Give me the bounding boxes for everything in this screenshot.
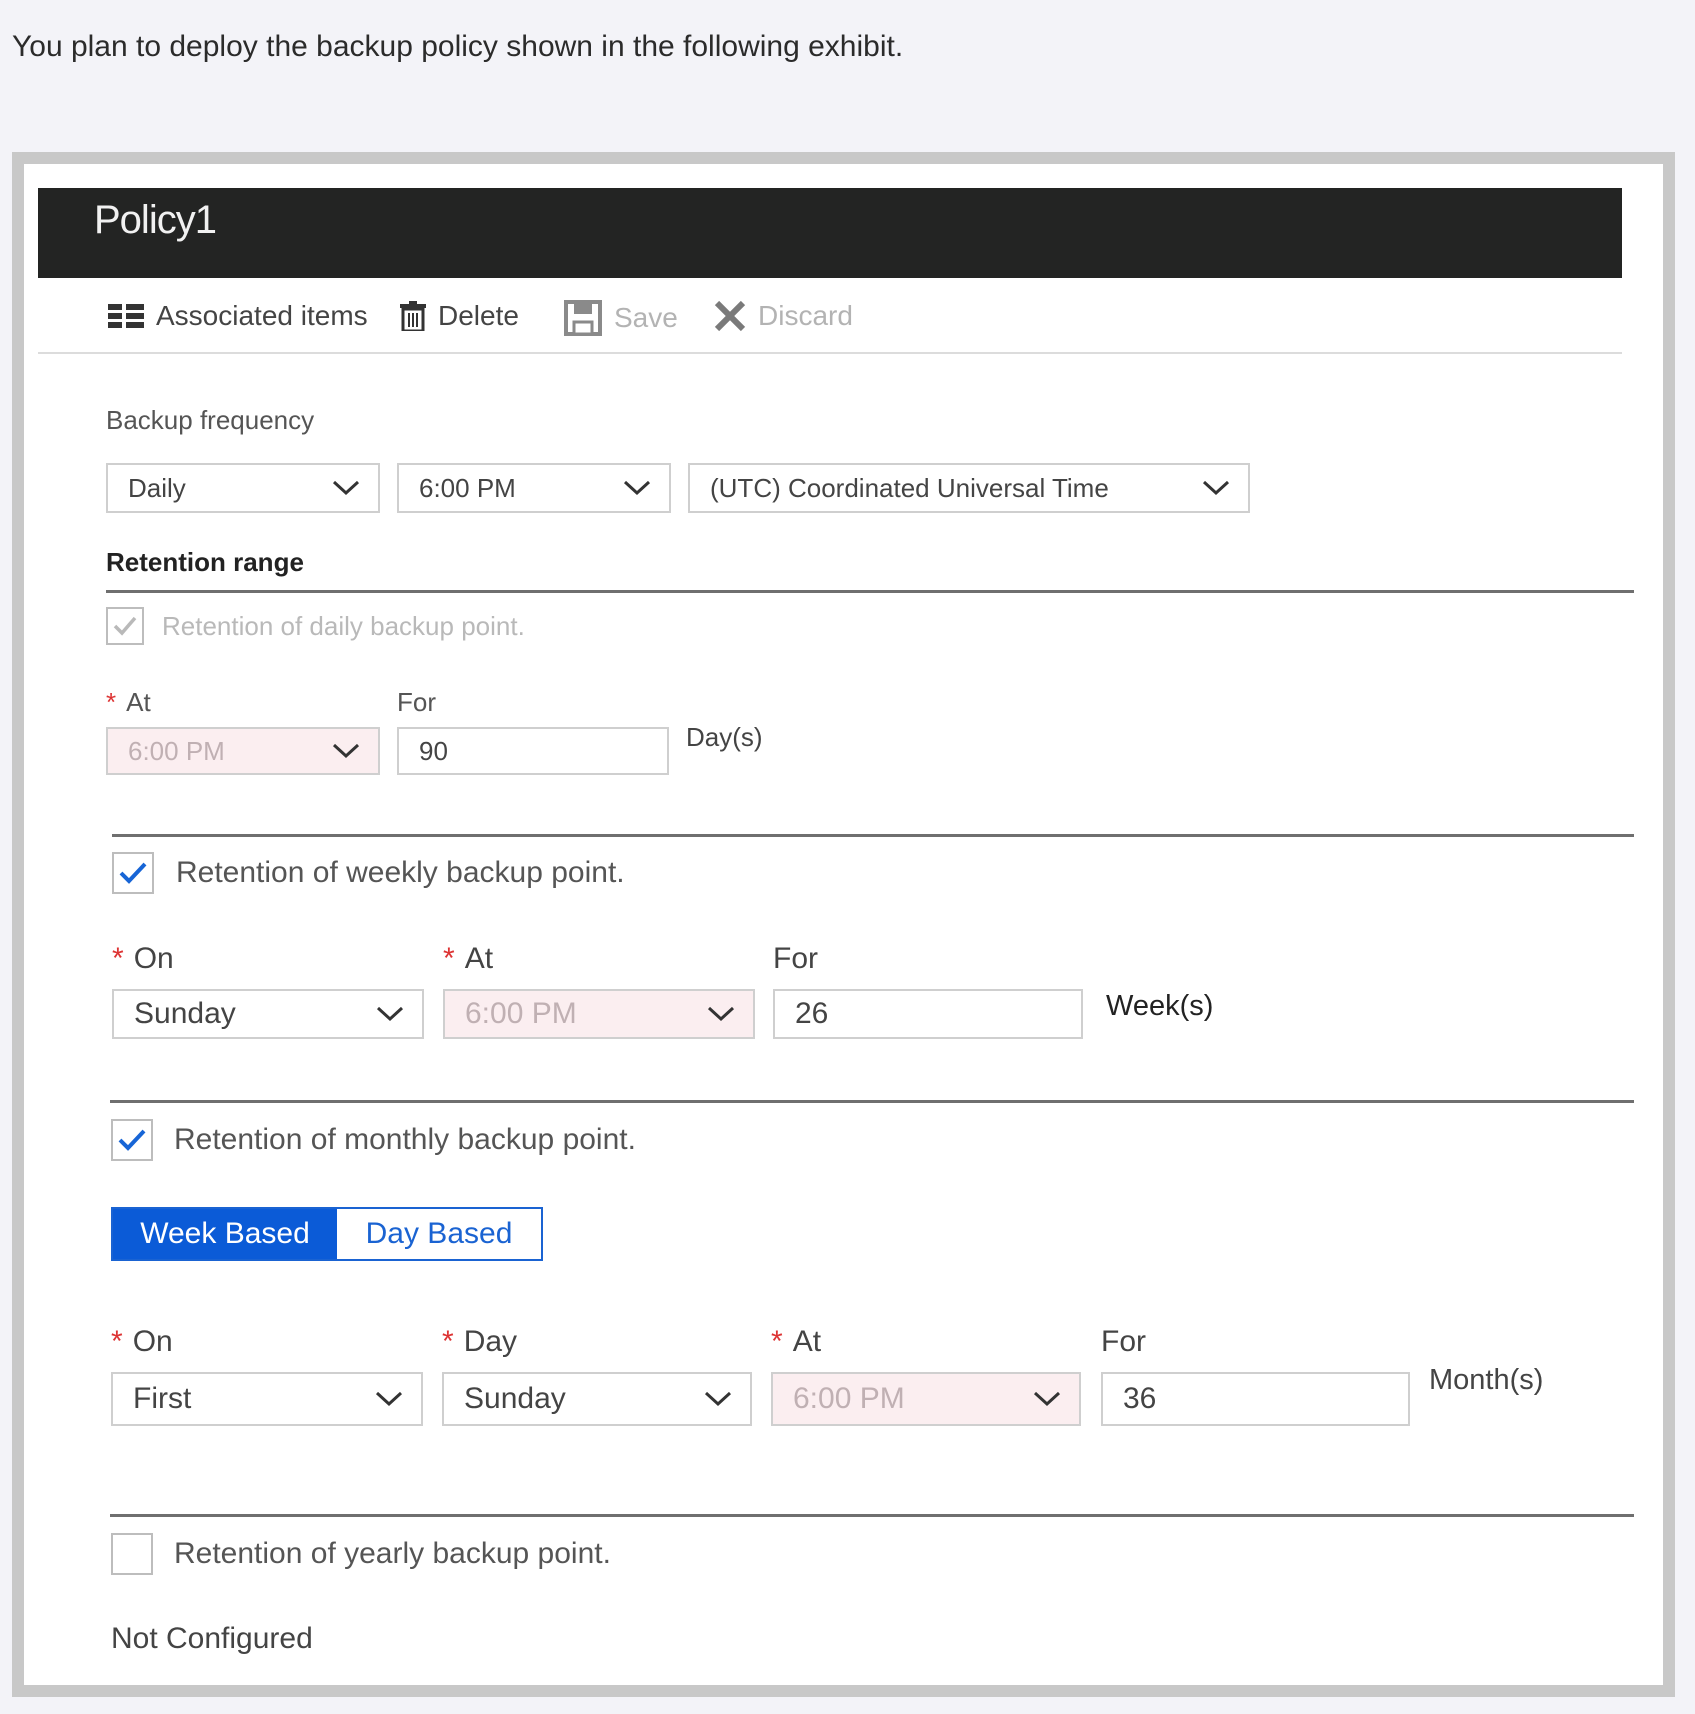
save-icon — [564, 300, 602, 336]
divider — [112, 834, 1634, 837]
yearly-retention-label: Retention of yearly backup point. — [174, 1537, 611, 1570]
policy-title: Policy1 — [94, 198, 217, 242]
question-text: You plan to deploy the backup policy sho… — [12, 30, 904, 63]
policy-panel — [24, 164, 1663, 1685]
chevron-down-icon — [704, 1391, 732, 1407]
discard-label: Discard — [758, 300, 853, 331]
exhibit-frame: Policy1 Associated items Delete Save Dis… — [12, 152, 1675, 1697]
discard-button[interactable]: Discard — [714, 300, 853, 332]
weekly-for-input[interactable]: 26 — [773, 989, 1083, 1039]
yearly-status-text: Not Configured — [111, 1622, 313, 1655]
backup-frequency-label: Backup frequency — [106, 405, 315, 435]
chevron-down-icon — [707, 1006, 735, 1022]
timezone-value: (UTC) Coordinated Universal Time — [710, 472, 1109, 503]
divider — [110, 1100, 1634, 1103]
monthly-at-label: * At — [771, 1325, 821, 1359]
associated-items-button[interactable]: Associated items — [108, 300, 368, 332]
chevron-down-icon — [376, 1006, 404, 1022]
yearly-retention-checkbox[interactable] — [111, 1533, 153, 1575]
frequency-value: Daily — [128, 472, 186, 503]
weekly-at-select[interactable]: 6:00 PM — [443, 989, 755, 1039]
delete-label: Delete — [438, 300, 519, 331]
chevron-down-icon — [332, 480, 360, 496]
daily-retention-label: Retention of daily backup point. — [162, 611, 525, 641]
monthly-at-text: At — [792, 1325, 822, 1358]
weekly-retention-label: Retention of weekly backup point. — [176, 856, 625, 889]
tab-day-based[interactable]: Day Based — [337, 1209, 541, 1259]
weekly-on-text: On — [133, 942, 174, 975]
monthly-unit-label: Month(s) — [1429, 1364, 1544, 1396]
weekly-at-value: 6:00 PM — [465, 997, 577, 1030]
weekly-retention-checkbox[interactable] — [112, 852, 154, 894]
trash-icon — [400, 301, 426, 331]
checkmark-icon — [118, 1129, 146, 1151]
retention-range-title: Retention range — [106, 547, 304, 577]
delete-button[interactable]: Delete — [400, 300, 519, 332]
monthly-at-value: 6:00 PM — [793, 1382, 905, 1415]
required-marker: * — [111, 1325, 123, 1358]
monthly-day-text: Day — [463, 1325, 518, 1358]
monthly-on-select[interactable]: First — [111, 1372, 423, 1426]
monthly-day-value: Sunday — [464, 1382, 566, 1415]
required-marker: * — [442, 1325, 454, 1358]
associated-items-label: Associated items — [156, 300, 368, 331]
daily-for-label: For — [397, 687, 436, 717]
frequency-select[interactable]: Daily — [106, 463, 380, 513]
close-icon — [714, 300, 746, 332]
daily-at-text: At — [126, 687, 151, 717]
required-marker: * — [112, 942, 124, 975]
weekly-on-value: Sunday — [134, 997, 236, 1030]
weekly-for-value: 26 — [795, 997, 829, 1030]
daily-at-label: * At — [106, 687, 151, 718]
required-marker: * — [443, 942, 455, 975]
monthly-at-select[interactable]: 6:00 PM — [771, 1372, 1081, 1426]
monthly-basis-toggle: Week Based Day Based — [111, 1207, 543, 1261]
tab-week-based[interactable]: Week Based — [113, 1209, 337, 1259]
monthly-on-text: On — [132, 1325, 173, 1358]
weekly-unit-label: Week(s) — [1106, 990, 1214, 1022]
chevron-down-icon — [1033, 1391, 1061, 1407]
monthly-day-select[interactable]: Sunday — [442, 1372, 752, 1426]
chevron-down-icon — [623, 480, 651, 496]
daily-unit-label: Day(s) — [686, 722, 763, 752]
checkmark-icon — [113, 616, 137, 636]
chevron-down-icon — [332, 743, 360, 759]
backup-time-value: 6:00 PM — [419, 472, 516, 503]
daily-for-value: 90 — [419, 735, 448, 766]
save-button[interactable]: Save — [564, 300, 678, 336]
monthly-retention-checkbox[interactable] — [111, 1119, 153, 1161]
monthly-day-label: * Day — [442, 1325, 517, 1359]
weekly-at-text: At — [464, 942, 494, 975]
monthly-on-label: * On — [111, 1325, 173, 1359]
monthly-for-input[interactable]: 36 — [1101, 1372, 1410, 1426]
policy-toolbar: Associated items Delete Save Discard — [38, 278, 1622, 354]
save-label: Save — [614, 302, 678, 333]
divider — [106, 590, 1634, 593]
daily-at-select[interactable]: 6:00 PM — [106, 727, 380, 775]
weekly-on-select[interactable]: Sunday — [112, 989, 424, 1039]
daily-retention-checkbox[interactable] — [106, 607, 144, 645]
weekly-on-label: * On — [112, 942, 174, 976]
required-marker: * — [771, 1325, 783, 1358]
daily-for-input[interactable]: 90 — [397, 727, 669, 775]
weekly-at-label: * At — [443, 942, 493, 976]
chevron-down-icon — [375, 1391, 403, 1407]
weekly-for-label: For — [773, 942, 818, 975]
monthly-retention-label: Retention of monthly backup point. — [174, 1123, 636, 1156]
monthly-for-value: 36 — [1123, 1382, 1157, 1415]
policy-title-bar: Policy1 — [38, 188, 1622, 278]
backup-time-select[interactable]: 6:00 PM — [397, 463, 671, 513]
checkmark-icon — [119, 862, 147, 884]
required-marker: * — [106, 687, 117, 717]
daily-at-value: 6:00 PM — [128, 735, 225, 766]
list-icon — [108, 304, 144, 328]
chevron-down-icon — [1202, 480, 1230, 496]
divider — [110, 1514, 1634, 1517]
monthly-on-value: First — [133, 1382, 192, 1415]
timezone-select[interactable]: (UTC) Coordinated Universal Time — [688, 463, 1250, 513]
monthly-for-label: For — [1101, 1325, 1146, 1358]
